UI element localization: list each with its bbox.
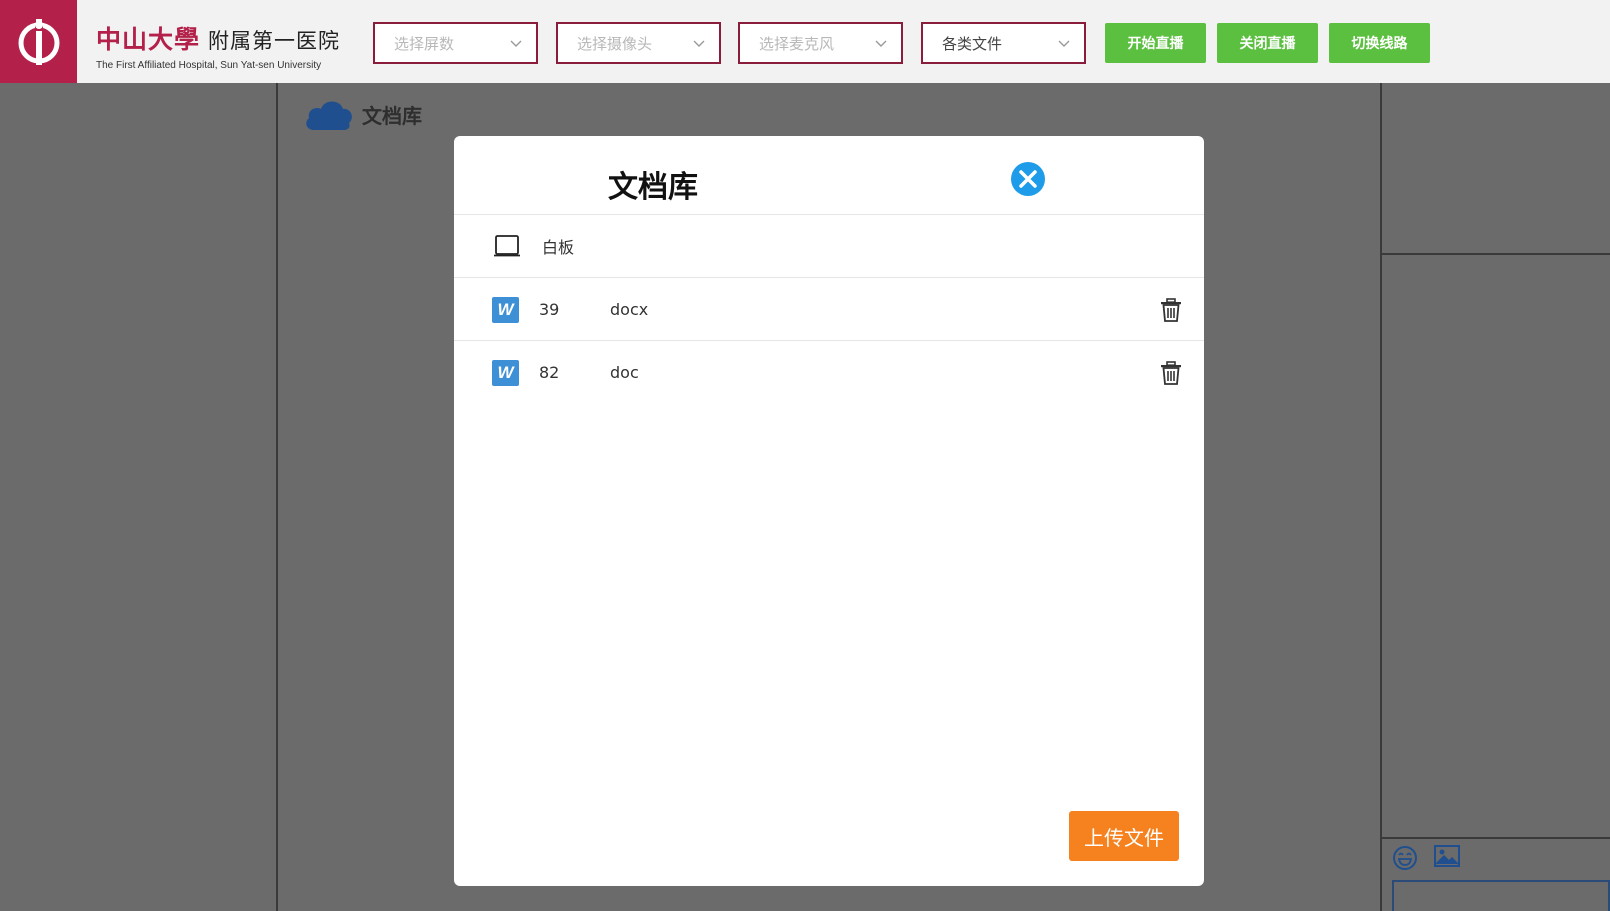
file-row[interactable]: W 39 docx [454, 278, 1204, 340]
word-doc-icon: W [492, 360, 519, 386]
right-panel-separator-bottom [1382, 837, 1610, 839]
modal-title: 文档库 [608, 170, 698, 205]
camera-select-label: 选择摄像头 [577, 34, 653, 53]
whiteboard-icon [494, 235, 520, 257]
chat-toolbar [1392, 845, 1460, 871]
top-header: 中山大學 附属第一医院 The First Affiliated Hospital… [0, 0, 1610, 83]
file-extension: doc [610, 362, 639, 382]
hospital-logo-icon [0, 0, 77, 83]
image-icon[interactable] [1434, 845, 1460, 867]
hospital-brand: 中山大學 附属第一医院 The First Affiliated Hospital… [96, 20, 346, 76]
file-name: 39 [539, 299, 560, 319]
trash-icon[interactable] [1160, 361, 1182, 385]
cloud-icon [306, 101, 352, 130]
chevron-down-icon [1058, 37, 1070, 49]
chat-input[interactable] [1392, 880, 1610, 911]
word-doc-icon: W [492, 297, 519, 323]
brand-hospital: 附属第一医院 [208, 29, 341, 53]
microphone-select[interactable]: 选择麦克风 [738, 22, 903, 64]
brand-university: 中山大學 [96, 25, 201, 54]
close-icon[interactable] [1010, 161, 1046, 197]
stop-live-button[interactable]: 关闭直播 [1217, 23, 1318, 63]
chevron-down-icon [875, 37, 887, 49]
file-type-select-label: 各类文件 [942, 34, 1003, 53]
left-panel-divider [276, 83, 278, 911]
file-name: 82 [539, 362, 560, 382]
upload-file-button[interactable]: 上传文件 [1069, 811, 1179, 861]
whiteboard-row[interactable]: 白板 [454, 215, 1204, 277]
brand-name-en: The First Affiliated Hospital, Sun Yat-s… [96, 60, 322, 71]
chevron-down-icon [693, 37, 705, 49]
switch-line-button[interactable]: 切换线路 [1329, 23, 1430, 63]
document-library-header: 文档库 [304, 96, 422, 132]
document-library-title: 文档库 [362, 103, 422, 128]
whiteboard-label: 白板 [542, 238, 575, 257]
trash-icon[interactable] [1160, 298, 1182, 322]
brand-name-cn: 中山大學 附属第一医院 [96, 20, 346, 56]
chevron-down-icon [510, 37, 522, 49]
file-type-select[interactable]: 各类文件 [921, 22, 1086, 64]
file-extension: docx [610, 299, 649, 319]
microphone-select-label: 选择麦克风 [759, 34, 835, 53]
screen-count-select[interactable]: 选择屏数 [373, 22, 538, 64]
right-panel-divider [1380, 83, 1382, 911]
right-panel-separator-top [1382, 253, 1610, 255]
start-live-button[interactable]: 开始直播 [1105, 23, 1206, 63]
document-library-modal: 文档库 白板 W 39 docx W 82 doc 上传文件 [454, 136, 1204, 886]
emoji-icon[interactable] [1392, 845, 1418, 871]
camera-select[interactable]: 选择摄像头 [556, 22, 721, 64]
screen-count-select-label: 选择屏数 [394, 34, 455, 53]
file-row[interactable]: W 82 doc [454, 341, 1204, 403]
